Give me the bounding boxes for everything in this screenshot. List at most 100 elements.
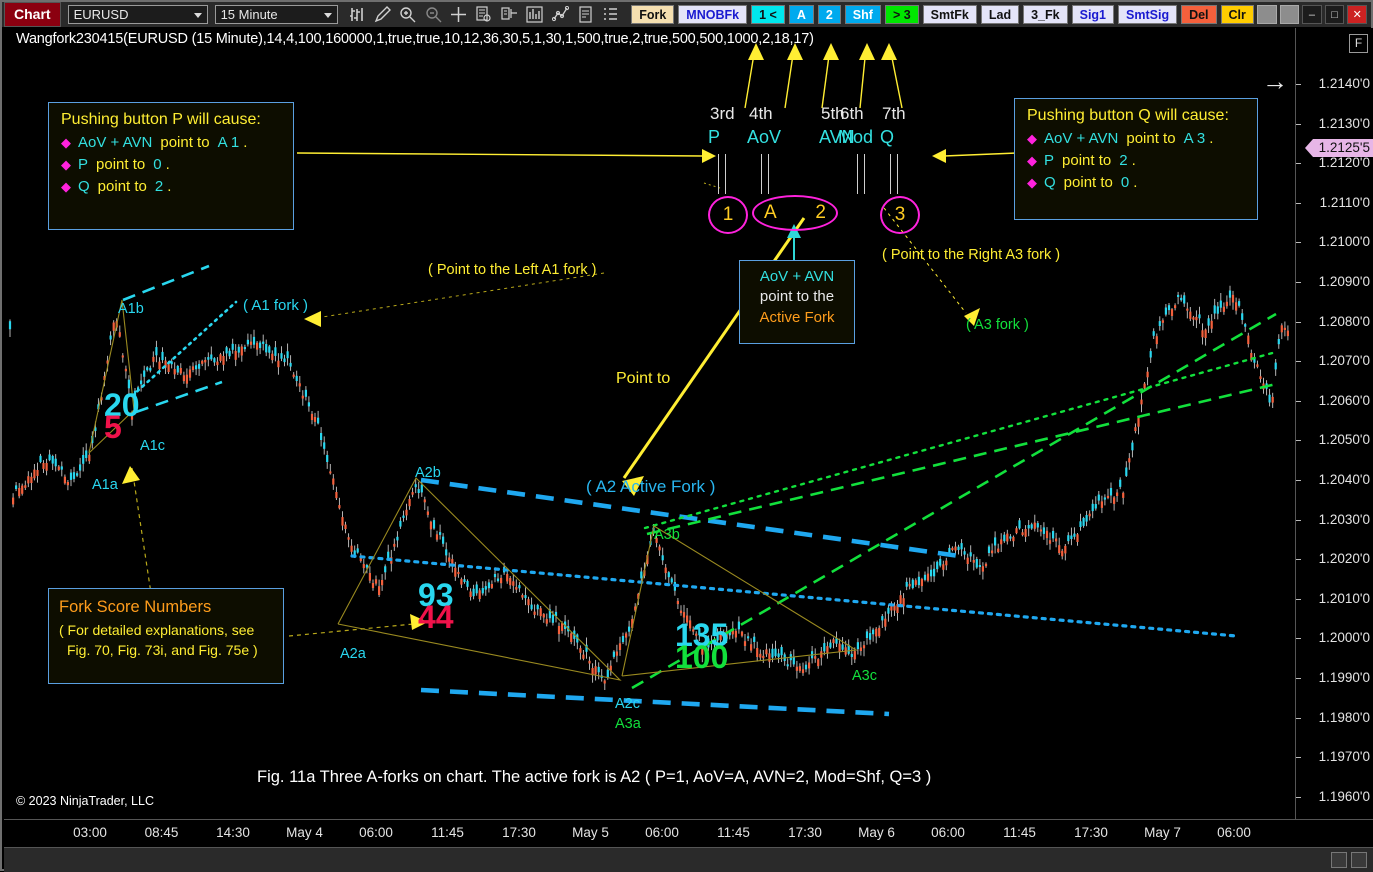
time-axis-label-2: 14:30 <box>216 825 250 840</box>
histogram-icon[interactable] <box>525 4 545 26</box>
toolbar-button-clr[interactable]: Clr <box>1220 5 1254 24</box>
box-p-verb-1: point to <box>96 156 146 173</box>
price-axis-label-5: 1.2090'0 <box>1318 274 1370 289</box>
toolbar-button-shf[interactable]: Shf <box>844 5 881 24</box>
fork-stem-7 <box>897 154 898 194</box>
toolbar-button-lad[interactable]: Lad <box>980 5 1020 24</box>
instrument-select[interactable]: EURUSD <box>67 5 208 24</box>
circle-a-2[interactable]: A 2 <box>752 195 838 231</box>
box-p-target-1: 0 <box>153 156 162 173</box>
time-axis-label-12: 06:00 <box>931 825 965 840</box>
toolbar-button-sig1[interactable]: Sig1 <box>1071 5 1115 24</box>
chart-tab[interactable]: Chart <box>4 2 61 27</box>
f-badge[interactable]: F <box>1349 34 1368 53</box>
chart-plot-area[interactable]: Wangfork230415(EURUSD (15 Minute),14,4,1… <box>4 28 1295 819</box>
diamond-bullet-icon: ◆ <box>61 157 71 172</box>
fork-stem-0 <box>718 154 719 194</box>
data-box-icon[interactable] <box>474 4 494 26</box>
pivot-label-a1c: A1c <box>140 438 165 454</box>
toolbar-button-2[interactable]: 2 <box>817 5 841 24</box>
status-bar <box>4 847 1373 872</box>
time-axis-label-13: 11:45 <box>1003 825 1036 840</box>
toolbar-button-smtsig[interactable]: SmtSig <box>1118 5 1178 24</box>
box-q-period-0: . <box>1209 130 1214 147</box>
timeframe-select-wrap: 15 Minute <box>208 5 338 24</box>
circle-3[interactable]: 3 <box>880 196 920 234</box>
current-price-badge: 1.2125'5 <box>1304 139 1373 157</box>
fork-stem-6 <box>890 154 891 194</box>
fork-button-label-p: P <box>708 127 721 147</box>
annotation-box-p: Pushing button P will cause: ◆ AoV + AVN p… <box>48 102 294 230</box>
crosshair-icon[interactable] <box>448 4 468 26</box>
zoom-in-icon[interactable] <box>397 4 417 26</box>
pan-right-arrow-icon[interactable]: → <box>1262 66 1288 97</box>
box-q-period-1: . <box>1131 152 1136 169</box>
close-button[interactable]: ✕ <box>1347 5 1368 24</box>
time-axis-label-5: 11:45 <box>431 825 464 840</box>
fork-button-label-q: Q <box>880 127 895 147</box>
time-axis-label-16: 06:00 <box>1217 825 1251 840</box>
timeframe-select[interactable]: 15 Minute <box>214 5 338 24</box>
box-p-subject-1: P <box>78 156 89 173</box>
price-axis-tick-9 <box>1296 440 1301 442</box>
ordinal-label-3: 6th <box>840 104 864 123</box>
price-axis-label-6: 1.2080'0 <box>1318 313 1370 329</box>
price-axis-label-2: 1.2120'0 <box>1318 155 1370 171</box>
zoom-out-icon[interactable] <box>423 4 443 26</box>
toolbar-button-3[interactable]: > 3 <box>884 5 919 24</box>
box-p-line-2: ◆ Qpoint to 2. <box>61 178 281 195</box>
bars-icon[interactable] <box>347 4 367 26</box>
diamond-bullet-icon: ◆ <box>61 135 71 150</box>
status-resize-icon[interactable] <box>1351 852 1367 868</box>
price-axis-tick-8 <box>1296 400 1301 402</box>
pivot-label-a3a: A3a <box>615 716 641 732</box>
toolbar-button-a[interactable]: A <box>788 5 814 24</box>
restore-button-1[interactable] <box>1256 5 1277 24</box>
a2-fork-lines <box>350 477 1238 717</box>
toolbar-button-fork[interactable]: Fork <box>631 5 675 24</box>
box-q-target-0: A 3 <box>1183 130 1206 147</box>
clipboard-icon[interactable] <box>575 4 595 26</box>
price-axis-tick-12 <box>1296 559 1301 561</box>
label-a3-fork: ( A3 fork ) <box>966 317 1029 333</box>
price-axis-tick-6 <box>1296 321 1301 323</box>
toolbar-button-smtfk[interactable]: SmtFk <box>922 5 977 24</box>
circle-2-label: 2 <box>815 202 826 223</box>
price-axis[interactable]: F 1.2140'0 1.2130'0 1.2120'0 1.2110'0 1.2100… <box>1295 28 1373 819</box>
toolbar-button-1[interactable]: 1 < <box>751 5 785 24</box>
box-p-target-0: A 1 <box>217 134 240 151</box>
status-grip-icon <box>1331 852 1347 868</box>
time-axis-label-14: 17:30 <box>1074 825 1108 840</box>
price-axis-tick-1 <box>1296 123 1301 125</box>
fork-score-lower-a1: 5 <box>104 409 122 445</box>
toolbar-button-3fk[interactable]: 3_Fk <box>1023 5 1068 24</box>
pivot-label-a2b: A2b <box>415 465 441 481</box>
price-axis-label-11: 1.2030'0 <box>1318 511 1370 527</box>
time-axis-label-1: 08:45 <box>144 825 179 840</box>
price-axis-tick-15 <box>1296 678 1301 679</box>
line-chart-icon[interactable] <box>550 4 570 26</box>
time-axis[interactable]: 03:00 08:45 14:30 May 4 06:00 11:45 17:30 May 5… <box>4 819 1373 848</box>
box-q-lines: ◆ AoV + AVN point to A 3. ◆ Ppoint to 2. ◆ Qpoin… <box>1027 130 1245 191</box>
label-a2-active-fork: ( A2 Active Fork ) <box>586 477 716 496</box>
maximize-button[interactable]: □ <box>1324 5 1345 24</box>
list-icon[interactable] <box>601 4 621 26</box>
circle-1[interactable]: 1 <box>708 196 748 234</box>
price-axis-label-4: 1.2100'0 <box>1318 234 1370 250</box>
toolbar-button-mnobfk[interactable]: MNOBFk <box>678 5 748 24</box>
box-q-line-2: ◆ Qpoint to 0. <box>1027 174 1245 191</box>
time-axis-label-9: 11:45 <box>717 825 750 840</box>
price-axis-label-0: 1.2140'0 <box>1318 76 1370 91</box>
restore-button-2[interactable] <box>1279 5 1300 24</box>
price-axis-tick-4 <box>1296 242 1301 244</box>
toolbar-button-del[interactable]: Del <box>1181 5 1217 24</box>
figure-caption: Fig. 11a Three A-forks on chart. The act… <box>257 768 932 786</box>
fork-score-lower-a3: 100 <box>675 639 729 675</box>
panel-icon[interactable] <box>499 4 519 26</box>
diamond-bullet-icon: ◆ <box>61 179 71 194</box>
active-box-line2: point to the <box>759 288 835 306</box>
pencil-icon[interactable] <box>372 4 392 26</box>
label-a3-point-right: ( Point to the Right A3 fork ) <box>882 247 1061 263</box>
price-axis-tick-14 <box>1296 638 1301 640</box>
minimize-button[interactable]: – <box>1302 5 1322 24</box>
